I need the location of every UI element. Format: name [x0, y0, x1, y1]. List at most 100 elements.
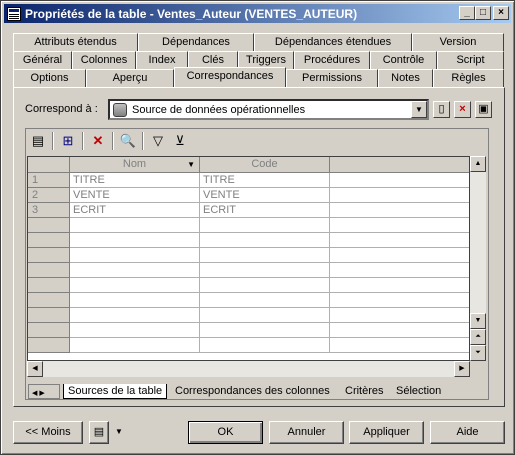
tab-general[interactable]: Général	[13, 51, 72, 69]
row-header[interactable]	[28, 233, 70, 248]
tab-dependances[interactable]: Dépendances	[138, 33, 254, 51]
properties-icon[interactable]: ▤	[27, 131, 49, 151]
cancel-button[interactable]: Annuler	[269, 421, 344, 444]
help-button[interactable]: Aide	[430, 421, 505, 444]
find-icon[interactable]: 🔍	[117, 131, 139, 151]
column-header-code[interactable]: Code	[200, 157, 330, 173]
cell-code[interactable]: TITRE	[200, 173, 330, 188]
cell-nom[interactable]: VENTE	[70, 188, 200, 203]
cell-nom[interactable]: ECRIT	[70, 203, 200, 218]
filter-options-icon[interactable]: ⊻	[169, 131, 191, 151]
cell-code[interactable]: ECRIT	[200, 203, 330, 218]
row-header[interactable]: 3	[28, 203, 70, 218]
tab-colonnes[interactable]: Colonnes	[72, 51, 136, 69]
cell-nom[interactable]	[70, 293, 200, 308]
apply-button[interactable]: Appliquer	[349, 421, 424, 444]
row-header[interactable]	[28, 218, 70, 233]
cell-code[interactable]	[200, 233, 330, 248]
tab-version[interactable]: Version	[412, 33, 504, 51]
cell-code[interactable]	[200, 323, 330, 338]
cell-empty	[330, 248, 469, 263]
cell-nom[interactable]	[70, 278, 200, 293]
cell-code[interactable]	[200, 338, 330, 353]
cell-code[interactable]: VENTE	[200, 188, 330, 203]
cell-nom[interactable]	[70, 248, 200, 263]
bottom-tab-selection[interactable]: Sélection	[394, 384, 443, 399]
filter-icon[interactable]: ▽	[147, 131, 169, 151]
column-header-empty	[330, 157, 469, 173]
cell-code[interactable]	[200, 248, 330, 263]
scroll-first-button[interactable]: ⏶	[470, 329, 486, 345]
cell-nom[interactable]	[70, 218, 200, 233]
cell-empty	[330, 323, 469, 338]
bottom-tab-correspondances-colonnes[interactable]: Correspondances des colonnes	[173, 384, 332, 399]
scroll-down-button[interactable]: ▼	[470, 313, 486, 329]
cell-nom[interactable]	[70, 263, 200, 278]
close-button[interactable]: ×	[493, 6, 509, 20]
cell-code[interactable]	[200, 278, 330, 293]
scroll-up-button[interactable]: ▲	[470, 156, 486, 172]
scroll-left-button[interactable]: ◀	[27, 361, 43, 377]
minimize-button[interactable]: _	[459, 6, 475, 20]
cell-code[interactable]	[200, 218, 330, 233]
add-rows-icon[interactable]: ⊞	[57, 131, 79, 151]
tab-notes[interactable]: Notes	[378, 69, 433, 87]
less-button[interactable]: << Moins	[13, 421, 83, 444]
cell-empty	[330, 233, 469, 248]
scroll-last-button[interactable]: ⏷	[470, 345, 486, 361]
title-bar[interactable]: Propriétés de la table - Ventes_Auteur (…	[4, 4, 511, 23]
cell-nom[interactable]	[70, 308, 200, 323]
cell-code[interactable]	[200, 263, 330, 278]
row-header[interactable]	[28, 308, 70, 323]
source-select[interactable]: Source de données opérationnelles ▼	[108, 99, 429, 120]
cell-nom[interactable]	[70, 338, 200, 353]
database-icon	[113, 102, 127, 117]
bottom-tab-criteres[interactable]: Critères	[343, 384, 386, 399]
row-header[interactable]: 2	[28, 188, 70, 203]
ok-button[interactable]: OK	[188, 421, 263, 444]
chevron-down-icon[interactable]: ▼	[411, 101, 427, 118]
cell-code[interactable]	[200, 308, 330, 323]
cell-empty	[330, 188, 469, 203]
row-header[interactable]	[28, 278, 70, 293]
tab-controle[interactable]: Contrôle	[370, 51, 437, 69]
properties-button[interactable]: ▣	[475, 101, 492, 118]
horizontal-scrollbar[interactable]: ◀ ▶	[27, 361, 470, 377]
tab-procedures[interactable]: Procédures	[294, 51, 370, 69]
new-source-button[interactable]: ▯	[433, 101, 450, 118]
menu-icon[interactable]: ▤	[89, 421, 109, 444]
maximize-button[interactable]: □	[475, 6, 491, 20]
chevron-down-icon[interactable]: ▼	[115, 427, 123, 436]
bottom-tab-sources[interactable]: Sources de la table	[63, 384, 168, 399]
cell-empty	[330, 278, 469, 293]
row-header[interactable]: 1	[28, 173, 70, 188]
cell-code[interactable]	[200, 293, 330, 308]
tab-script[interactable]: Script	[437, 51, 504, 69]
bottom-tab-scroller[interactable]: ◀ ▶	[28, 384, 60, 399]
mapping-grid: Nom ▼ Code 1 TITRE TITRE 2 VENTE VENTE 3 ECRIT E…	[27, 156, 470, 361]
cell-empty	[330, 218, 469, 233]
row-header[interactable]	[28, 263, 70, 278]
sort-arrow-icon[interactable]: ▼	[187, 157, 195, 172]
tab-regles[interactable]: Règles	[433, 69, 504, 87]
cell-empty	[330, 203, 469, 218]
cell-nom[interactable]	[70, 233, 200, 248]
tab-attributs-etendus[interactable]: Attributs étendus	[13, 33, 138, 51]
row-header[interactable]	[28, 293, 70, 308]
tab-dependances-etendues[interactable]: Dépendances étendues	[254, 33, 412, 51]
delete-icon[interactable]: ✕	[87, 131, 109, 151]
column-header-nom[interactable]: Nom ▼	[70, 157, 200, 173]
row-header[interactable]	[28, 248, 70, 263]
vertical-scrollbar[interactable]: ▲ ▼ ⏶ ⏷	[470, 156, 486, 361]
cell-nom[interactable]	[70, 323, 200, 338]
tab-apercu[interactable]: Aperçu	[86, 69, 174, 87]
scroll-right-button[interactable]: ▶	[454, 361, 470, 377]
delete-source-button[interactable]: ×	[454, 101, 471, 118]
cell-empty	[330, 293, 469, 308]
tab-options[interactable]: Options	[13, 69, 86, 87]
tab-permissions[interactable]: Permissions	[286, 69, 378, 87]
row-header[interactable]	[28, 323, 70, 338]
cell-nom[interactable]: TITRE	[70, 173, 200, 188]
tab-correspondances[interactable]: Correspondances	[174, 67, 286, 87]
row-header[interactable]	[28, 338, 70, 353]
